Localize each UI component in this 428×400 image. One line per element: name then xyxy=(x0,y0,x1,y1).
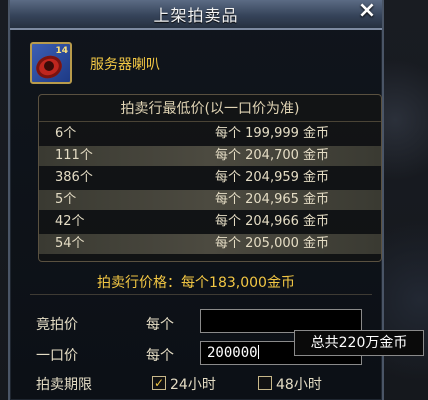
auction-period-label: 拍卖期限 xyxy=(36,377,92,393)
table-row: 6个 每个 199,999 金币 xyxy=(39,124,381,144)
buyout-each-label: 每个 xyxy=(146,348,174,364)
row-price: 每个 204,965 金币 xyxy=(215,192,330,207)
lowest-price-table: 拍卖行最低价(以一口价为准) 6个 每个 199,999 金币 111个 每个 … xyxy=(38,94,382,262)
text-caret xyxy=(257,345,259,359)
table-row: 5个 每个 204,965 金币 xyxy=(39,190,381,210)
row-price: 每个 204,700 金币 xyxy=(215,148,330,163)
option-24h-checkbox[interactable]: ✓ xyxy=(152,376,166,390)
close-button[interactable]: × xyxy=(356,0,378,22)
row-quantity: 111个 xyxy=(55,148,93,163)
bid-price-label: 竟拍价 xyxy=(36,317,78,333)
table-row: 42个 每个 204,966 金币 xyxy=(39,212,381,232)
title-bar[interactable]: 上架拍卖品 × xyxy=(10,0,382,30)
option-24h-label[interactable]: 24小时 xyxy=(170,374,216,394)
option-48h-label[interactable]: 48小时 xyxy=(276,374,322,394)
row-price: 每个 204,966 金币 xyxy=(215,214,330,229)
check-icon: ✓ xyxy=(153,376,165,390)
total-tooltip: 总共220万金币 xyxy=(294,330,424,356)
bid-each-label: 每个 xyxy=(146,317,174,333)
table-row: 111个 每个 204,700 金币 xyxy=(39,146,381,166)
row-price: 每个 205,000 金币 xyxy=(215,236,330,251)
table-row: 386个 每个 204,959 金币 xyxy=(39,168,381,188)
option-48h-checkbox[interactable] xyxy=(258,376,272,390)
horn-icon: 14 xyxy=(30,42,72,84)
row-price: 每个 204,959 金币 xyxy=(215,170,330,185)
buyout-price-label: 一口价 xyxy=(36,348,78,364)
row-quantity: 54个 xyxy=(55,236,85,251)
divider xyxy=(30,294,372,295)
item-icon-badge: 14 xyxy=(55,46,68,56)
row-quantity: 5个 xyxy=(55,192,77,207)
row-price: 每个 199,999 金币 xyxy=(215,126,330,141)
row-quantity: 6个 xyxy=(55,126,77,141)
market-price: 拍卖行价格：每个183,000金币 xyxy=(97,275,295,291)
row-quantity: 42个 xyxy=(55,214,85,229)
horn-mouth xyxy=(44,61,54,71)
buyout-price-value: 200000 xyxy=(207,345,258,361)
window-title: 上架拍卖品 xyxy=(153,6,239,25)
lowest-price-header: 拍卖行最低价(以一口价为准) xyxy=(39,97,381,122)
table-row: 54个 每个 205,000 金币 xyxy=(39,234,381,254)
item-name: 服务器喇叭 xyxy=(90,57,160,73)
row-quantity: 386个 xyxy=(55,170,93,185)
